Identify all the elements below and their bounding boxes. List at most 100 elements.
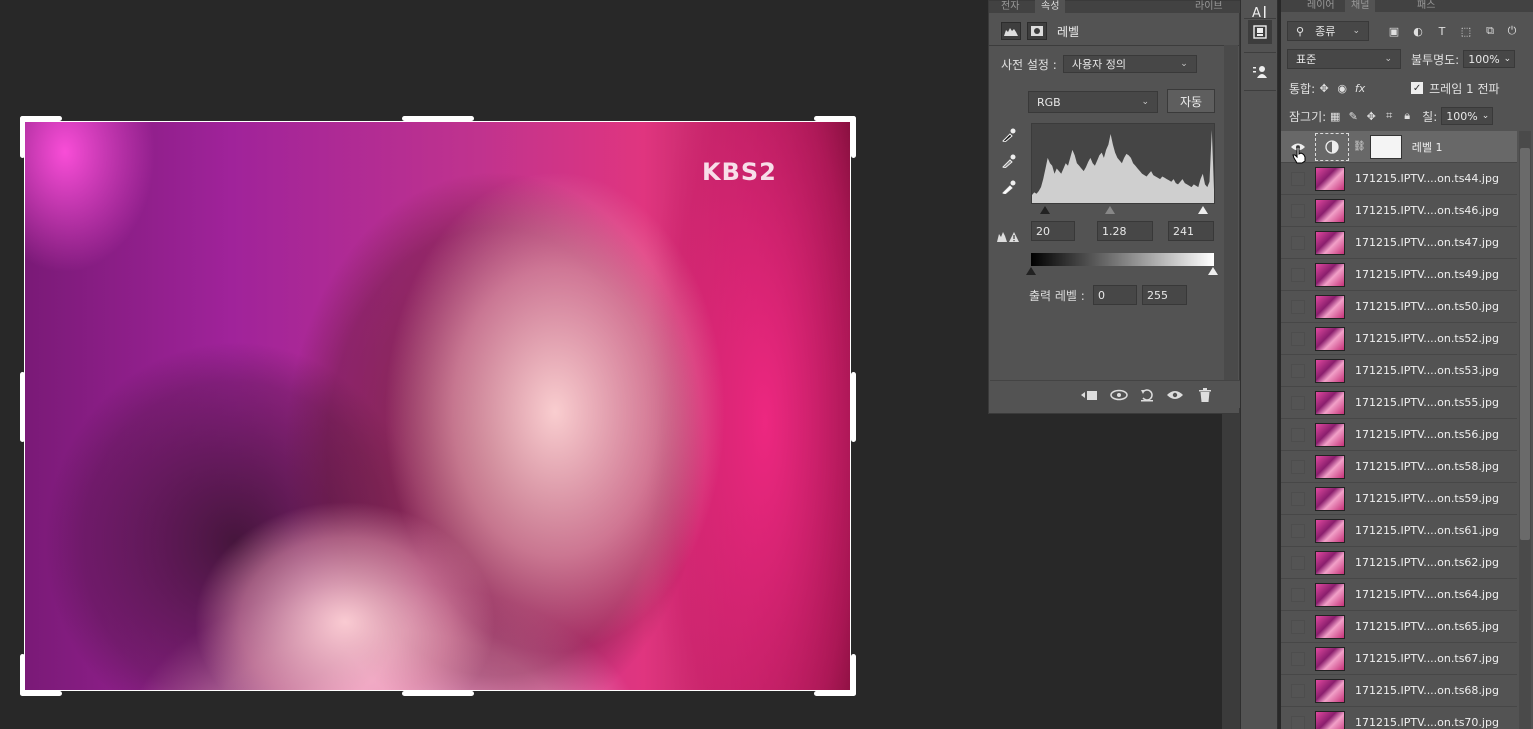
layer-mask-thumbnail[interactable] — [1369, 134, 1402, 159]
channel-dropdown[interactable]: RGB ⌄ — [1028, 91, 1158, 113]
transform-handle-top-right[interactable] — [814, 116, 856, 121]
visibility-toggle[interactable] — [1291, 363, 1305, 378]
layer-row[interactable]: 171215.IPTV....on.ts64.jpg — [1281, 579, 1517, 611]
clip-to-layer-icon[interactable] — [1080, 386, 1098, 404]
mask-icon[interactable] — [1027, 22, 1047, 40]
layer-thumbnail[interactable] — [1315, 166, 1345, 191]
input-white-field[interactable]: 241 — [1168, 221, 1214, 241]
visibility-toggle[interactable] — [1291, 491, 1305, 506]
tab-info[interactable]: 전자 — [995, 0, 1025, 13]
visibility-toggle[interactable] — [1291, 203, 1305, 218]
layer-thumbnail[interactable] — [1315, 550, 1345, 575]
tab-channels[interactable]: 채널 — [1345, 0, 1376, 12]
visibility-toggle[interactable] — [1291, 171, 1305, 186]
layer-row[interactable]: 171215.IPTV....on.ts55.jpg — [1281, 387, 1517, 419]
layer-row[interactable]: 171215.IPTV....on.ts56.jpg — [1281, 419, 1517, 451]
trash-icon[interactable] — [1196, 386, 1214, 404]
transform-handle-left[interactable] — [20, 372, 25, 442]
link-chain-icon[interactable]: ⛓ — [1353, 141, 1366, 152]
layer-thumbnail[interactable] — [1315, 614, 1345, 639]
layer-thumbnail[interactable] — [1315, 390, 1345, 415]
layer-row[interactable]: 171215.IPTV....on.ts44.jpg — [1281, 163, 1517, 195]
lock-transparent-icon[interactable]: ▦ — [1326, 107, 1344, 125]
auto-button[interactable]: 자동 — [1167, 89, 1215, 113]
unify-visibility-icon[interactable]: ◉ — [1333, 79, 1351, 97]
document-canvas[interactable]: KBS2 — [0, 0, 988, 729]
visibility-toggle[interactable] — [1291, 587, 1305, 602]
layer-thumbnail[interactable] — [1315, 294, 1345, 319]
tab-libraries[interactable]: 라이브 — [1189, 0, 1229, 13]
layer-thumbnail[interactable] — [1315, 262, 1345, 287]
adjustment-layer-thumbnail[interactable] — [1315, 132, 1349, 161]
tab-properties[interactable]: 속성 — [1035, 0, 1066, 13]
layer-row[interactable]: 171215.IPTV....on.ts52.jpg — [1281, 323, 1517, 355]
layer-row[interactable]: 171215.IPTV....on.ts70.jpg — [1281, 707, 1517, 729]
white-point-eyedropper-icon[interactable] — [1000, 178, 1018, 196]
properties-scrollbar[interactable] — [1224, 45, 1238, 380]
visibility-toggle[interactable] — [1291, 555, 1305, 570]
layer-row-levels[interactable]: ⛓ 레벨 1 — [1281, 131, 1517, 163]
layer-comps-icon[interactable] — [1248, 60, 1272, 84]
layer-row[interactable]: 171215.IPTV....on.ts65.jpg — [1281, 611, 1517, 643]
output-black-field[interactable]: 0 — [1093, 285, 1137, 305]
lock-all-icon[interactable]: 🔒︎ — [1398, 107, 1416, 125]
transform-handle-right[interactable] — [851, 372, 856, 442]
visibility-toggle[interactable] — [1291, 683, 1305, 698]
preset-dropdown[interactable]: 사용자 정의 ⌄ — [1062, 55, 1197, 73]
transform-handle-top-left[interactable] — [20, 116, 25, 158]
layer-thumbnail[interactable] — [1315, 422, 1345, 447]
layer-row[interactable]: 171215.IPTV....on.ts58.jpg — [1281, 451, 1517, 483]
transform-handle-top-right[interactable] — [851, 116, 856, 158]
blend-mode-dropdown[interactable]: 표준 ⌄ — [1287, 49, 1401, 69]
layer-row[interactable]: 171215.IPTV....on.ts47.jpg — [1281, 227, 1517, 259]
layer-thumbnail[interactable] — [1315, 486, 1345, 511]
layer-row[interactable]: 171215.IPTV....on.ts46.jpg — [1281, 195, 1517, 227]
visibility-toggle[interactable] — [1291, 523, 1305, 538]
3d-icon[interactable] — [1248, 20, 1272, 44]
layer-row[interactable]: 171215.IPTV....on.ts62.jpg — [1281, 547, 1517, 579]
transform-handle-top[interactable] — [402, 116, 474, 121]
unify-style-icon[interactable]: fx — [1351, 79, 1369, 97]
input-black-field[interactable]: 20 — [1031, 221, 1075, 241]
layer-row[interactable]: 171215.IPTV....on.ts49.jpg — [1281, 259, 1517, 291]
visibility-toggle[interactable] — [1291, 235, 1305, 250]
layer-thumbnail[interactable] — [1315, 326, 1345, 351]
unify-position-icon[interactable]: ✥ — [1315, 79, 1333, 97]
visibility-toggle[interactable] — [1291, 459, 1305, 474]
visibility-toggle[interactable] — [1291, 651, 1305, 666]
layer-thumbnail[interactable] — [1315, 198, 1345, 223]
tab-paths[interactable]: 패스 — [1411, 0, 1441, 12]
lock-artboard-icon[interactable]: ⌗ — [1380, 107, 1398, 125]
toggle-visibility-eye-icon[interactable] — [1166, 386, 1184, 404]
layer-row[interactable]: 171215.IPTV....on.ts61.jpg — [1281, 515, 1517, 547]
transform-handle-bottom[interactable] — [402, 691, 474, 696]
transform-handle-bottom-left[interactable] — [20, 691, 62, 696]
layer-thumbnail[interactable] — [1315, 230, 1345, 255]
layer-row[interactable]: 171215.IPTV....on.ts68.jpg — [1281, 675, 1517, 707]
layer-row[interactable]: 171215.IPTV....on.ts53.jpg — [1281, 355, 1517, 387]
canvas-image[interactable]: KBS2 — [24, 121, 851, 691]
visibility-toggle[interactable] — [1291, 715, 1305, 729]
output-white-field[interactable]: 255 — [1142, 285, 1187, 305]
fill-field[interactable]: 100% ⌄ — [1441, 107, 1494, 125]
layer-thumbnail[interactable] — [1315, 582, 1345, 607]
filter-pixel-icon[interactable]: ▣ — [1385, 22, 1403, 40]
black-point-eyedropper-icon[interactable] — [1000, 126, 1018, 144]
visibility-toggle[interactable] — [1291, 267, 1305, 282]
visibility-toggle[interactable] — [1291, 619, 1305, 634]
input-gamma-slider[interactable] — [1105, 206, 1115, 214]
output-black-slider[interactable] — [1026, 267, 1036, 275]
filter-toggle-icon[interactable]: ⏻ — [1503, 22, 1521, 40]
layer-row[interactable]: 171215.IPTV....on.ts67.jpg — [1281, 643, 1517, 675]
input-white-slider[interactable] — [1198, 206, 1208, 214]
reset-icon[interactable] — [1138, 386, 1156, 404]
layer-thumbnail[interactable] — [1315, 646, 1345, 671]
gray-point-eyedropper-icon[interactable] — [1000, 152, 1018, 170]
opacity-field[interactable]: 100% ⌄ — [1463, 50, 1516, 68]
visibility-toggle[interactable] — [1291, 331, 1305, 346]
filter-kind-dropdown[interactable]: ⚲ 종류 ⌄ — [1287, 21, 1369, 41]
layer-thumbnail[interactable] — [1315, 358, 1345, 383]
lock-image-icon[interactable]: ✎ — [1344, 107, 1362, 125]
layer-row[interactable]: 171215.IPTV....on.ts50.jpg — [1281, 291, 1517, 323]
transform-handle-bottom-right[interactable] — [814, 691, 856, 696]
